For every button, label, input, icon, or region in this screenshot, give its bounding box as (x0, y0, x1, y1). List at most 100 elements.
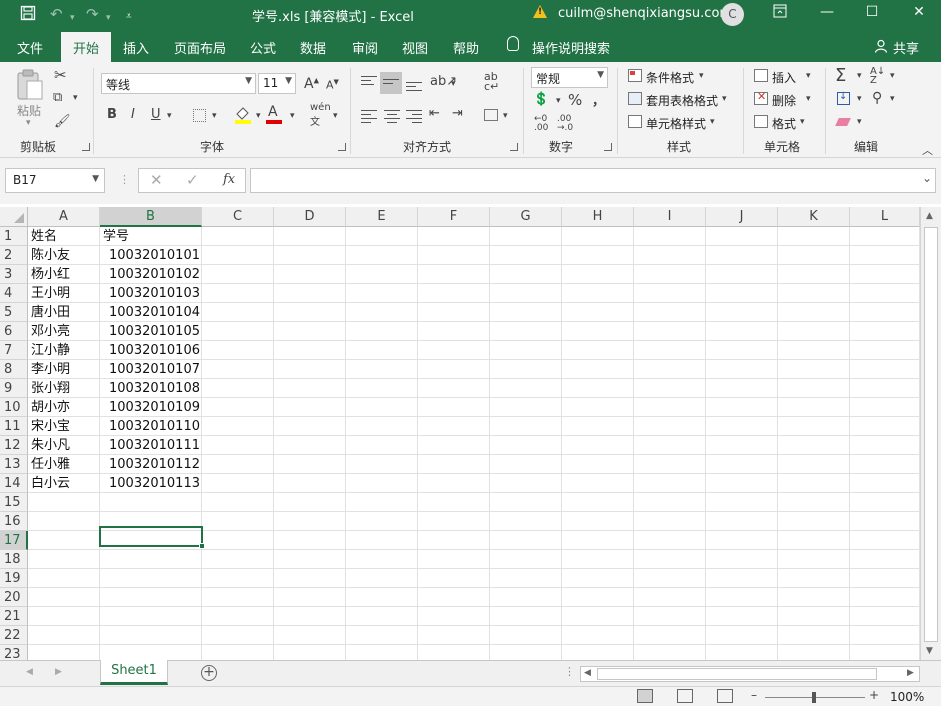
number-format-select[interactable]: 常规 ▼ (531, 67, 608, 88)
zoom-slider-knob[interactable] (812, 692, 816, 703)
sheet-tab[interactable]: Sheet1 (100, 660, 168, 685)
warning-icon[interactable]: ! (533, 5, 547, 18)
row-header-22[interactable]: 22 (0, 626, 28, 645)
alignment-launcher-icon[interactable] (510, 143, 518, 151)
cell-a2[interactable]: 陈小友 (31, 246, 100, 265)
cell-a14[interactable]: 白小云 (31, 474, 100, 493)
row-header-5[interactable]: 5 (0, 303, 28, 322)
phonetic-dropdown-icon[interactable]: ▾ (333, 111, 338, 121)
row-header-23[interactable]: 23 (0, 645, 28, 660)
worksheet-grid[interactable]: ABCDEFGHIJKL 1 2 3 4 5 6 7 8 9 10 11 12 13 14 15 16 17 18… (0, 204, 941, 660)
font-launcher-icon[interactable] (338, 143, 346, 151)
align-right-icon[interactable] (406, 110, 422, 126)
redo-icon[interactable]: ↷ (86, 5, 99, 23)
row-header-6[interactable]: 6 (0, 322, 28, 341)
font-color-icon[interactable]: A (266, 104, 282, 124)
align-middle-button[interactable] (380, 72, 402, 94)
expand-formula-bar-icon[interactable]: ⌄ (922, 171, 932, 185)
zoom-slider[interactable] (765, 692, 865, 703)
cell-b3[interactable]: 10032010102 (103, 265, 202, 284)
close-button[interactable]: ✕ (909, 4, 929, 20)
italic-button[interactable]: I (131, 107, 135, 122)
cell-b11[interactable]: 10032010110 (103, 417, 202, 436)
share-button[interactable]: 共享 (893, 38, 919, 57)
undo-icon[interactable]: ↶ (50, 5, 63, 23)
cell-b5[interactable]: 10032010104 (103, 303, 202, 322)
column-header-d[interactable]: D (274, 207, 346, 227)
row-header-9[interactable]: 9 (0, 379, 28, 398)
paste-icon[interactable] (15, 68, 45, 106)
vertical-scrollbar[interactable]: ▲ ▼ (920, 207, 941, 660)
format-as-table-button[interactable]: 套用表格格式 (646, 92, 718, 109)
row-header-7[interactable]: 7 (0, 341, 28, 360)
scroll-left-icon[interactable]: ◀ (584, 668, 591, 678)
cell-b9[interactable]: 10032010108 (103, 379, 202, 398)
add-sheet-button[interactable]: + (201, 665, 217, 681)
zoom-level[interactable]: 100% (890, 690, 924, 704)
row-header-1[interactable]: 1 (0, 227, 28, 246)
cell-b10[interactable]: 10032010109 (103, 398, 202, 417)
avatar[interactable]: C (721, 3, 744, 26)
tab-help[interactable]: 帮助 (453, 38, 479, 57)
conditional-format-icon[interactable] (628, 69, 642, 82)
number-launcher-icon[interactable] (604, 143, 612, 151)
accounting-format-icon[interactable]: 💲 (533, 92, 549, 107)
cell-a1[interactable]: 姓名 (31, 227, 100, 246)
cell-a13[interactable]: 任小雅 (31, 455, 100, 474)
copy-icon[interactable]: ⧉ (53, 90, 62, 105)
find-dropdown-icon[interactable]: ▾ (890, 94, 895, 104)
format-painter-icon[interactable]: 🖌 (54, 114, 71, 129)
format-as-table-dropdown-icon[interactable]: ▾ (722, 94, 727, 104)
cell-a12[interactable]: 朱小凡 (31, 436, 100, 455)
decrease-indent-icon[interactable]: ⇤ (429, 106, 440, 121)
row-header-21[interactable]: 21 (0, 607, 28, 626)
column-header-h[interactable]: H (562, 207, 634, 227)
page-layout-view-icon[interactable] (677, 689, 693, 703)
column-header-c[interactable]: C (202, 207, 274, 227)
cell-a10[interactable]: 胡小亦 (31, 398, 100, 417)
vertical-scroll-thumb[interactable] (924, 227, 938, 642)
tell-me-search[interactable]: 操作说明搜索 (532, 38, 610, 57)
insert-cells-button[interactable]: 插入 (772, 69, 796, 86)
borders-dropdown-icon[interactable]: ▾ (212, 111, 217, 121)
row-header-11[interactable]: 11 (0, 417, 28, 436)
page-break-preview-icon[interactable] (717, 689, 733, 703)
column-header-b[interactable]: B (100, 207, 202, 227)
decrease-font-icon[interactable]: A▼ (326, 78, 339, 92)
tab-page-layout[interactable]: 页面布局 (174, 38, 226, 57)
undo-dropdown-icon[interactable]: ▾ (70, 9, 75, 27)
name-box[interactable]: B17 ▼ (5, 168, 105, 193)
cell-b1[interactable]: 学号 (103, 227, 202, 246)
bold-button[interactable]: B (107, 107, 117, 122)
delete-cells-icon[interactable]: ✕ (754, 90, 768, 105)
cut-icon[interactable]: ✂ (54, 66, 67, 84)
ribbon-display-options-icon[interactable] (770, 4, 790, 22)
row-header-18[interactable]: 18 (0, 550, 28, 569)
font-name-select[interactable]: 等线 ▼ (101, 73, 256, 94)
autosum-button[interactable]: Σ (835, 65, 846, 86)
column-header-i[interactable]: I (634, 207, 706, 227)
phonetic-guide-icon[interactable]: wén 文 (310, 102, 331, 128)
fill-icon[interactable]: ↓ (837, 91, 850, 105)
row-header-13[interactable]: 13 (0, 455, 28, 474)
horizontal-scroll-thumb[interactable] (597, 668, 877, 680)
cell-b13[interactable]: 10032010112 (103, 455, 202, 474)
zoom-in-button[interactable]: + (869, 688, 879, 702)
clear-dropdown-icon[interactable]: ▾ (857, 117, 862, 127)
cell-a9[interactable]: 张小翔 (31, 379, 100, 398)
row-header-16[interactable]: 16 (0, 512, 28, 531)
delete-dropdown-icon[interactable]: ▾ (806, 94, 811, 104)
tab-review[interactable]: 审阅 (352, 38, 378, 57)
row-header-4[interactable]: 4 (0, 284, 28, 303)
column-header-k[interactable]: K (778, 207, 850, 227)
paste-dropdown-icon[interactable]: ▾ (26, 118, 31, 128)
conditional-format-dropdown-icon[interactable]: ▾ (699, 71, 704, 81)
tab-insert[interactable]: 插入 (123, 38, 149, 57)
merge-dropdown-icon[interactable]: ▾ (503, 111, 508, 121)
cell-a3[interactable]: 杨小红 (31, 265, 100, 284)
clear-icon[interactable] (835, 115, 851, 130)
format-dropdown-icon[interactable]: ▾ (800, 117, 805, 127)
cell-styles-button[interactable]: 单元格样式 (646, 115, 706, 132)
format-cells-icon[interactable] (754, 115, 768, 128)
conditional-format-button[interactable]: 条件格式 (646, 69, 694, 86)
